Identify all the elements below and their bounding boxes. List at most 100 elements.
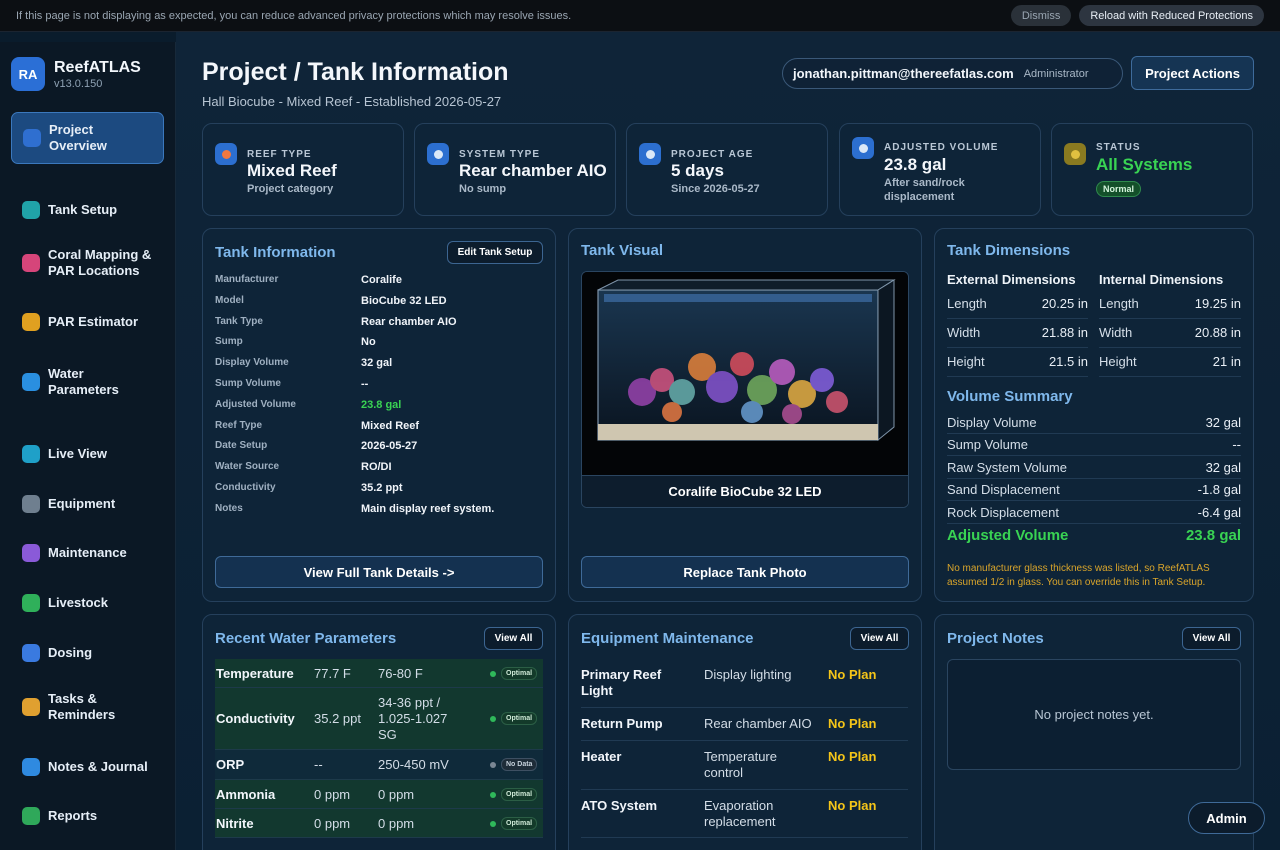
water-parameter-range: 76-80 F	[378, 665, 423, 681]
water-parameter-name: Ammonia	[216, 786, 276, 802]
stat-subtext: Since 2026-05-27	[671, 183, 760, 195]
water-parameter-row[interactable]: Ammonia 0 ppm 0 ppm Optimal	[215, 780, 543, 809]
stat-icon	[427, 143, 449, 165]
project-notes-view-all-button[interactable]: View All	[1182, 627, 1241, 650]
dimension-label: Height	[947, 354, 985, 369]
equipment-name: ATO System	[581, 798, 658, 813]
dimension-label: Width	[947, 325, 981, 340]
dismiss-button[interactable]: Dismiss	[1010, 5, 1072, 26]
stat-label: SYSTEM TYPE	[459, 149, 541, 160]
adjusted-volume-label: Adjusted Volume	[947, 527, 1069, 544]
equipment-row[interactable]: Return Pump Rear chamber AIO No Plan	[581, 708, 908, 741]
water-parameter-value: 77.7 F	[314, 665, 351, 681]
maintenance-plan-status: No Plan	[828, 798, 877, 813]
water-parameter-row[interactable]: ORP -- 250-450 mV No Data	[215, 750, 543, 780]
sidebar-item-livestock[interactable]: Livestock	[11, 588, 164, 618]
sidebar-item-label: Project Overview	[49, 122, 107, 153]
sidebar-item-label: Maintenance	[48, 545, 127, 560]
overview-icon	[23, 129, 41, 147]
app-name: ReefATLAS	[54, 58, 141, 76]
water-parameter-value: 0 ppm	[314, 815, 351, 831]
sidebar-item-reports[interactable]: Reports	[11, 801, 164, 831]
volume-value: 32 gal	[1205, 415, 1241, 430]
sidebar-item-maintenance[interactable]: Maintenance	[11, 538, 164, 568]
status-icon	[1064, 143, 1086, 165]
tank-dimensions-title: Tank Dimensions	[947, 242, 1071, 259]
wrench-icon	[22, 544, 40, 562]
volume-value: -6.4 gal	[1197, 504, 1241, 520]
sidebar-item-notes-journal[interactable]: Notes & Journal	[11, 752, 164, 782]
edit-tank-setup-button[interactable]: Edit Tank Setup	[447, 241, 543, 264]
reload-reduced-protections-button[interactable]: Reload with Reduced Protections	[1079, 5, 1264, 26]
sidebar-item-par-estimator[interactable]: PAR Estimator	[11, 307, 164, 337]
volume-row: Sand Displacement -1.8 gal	[947, 479, 1241, 502]
tank-info-label: Tank Type	[215, 315, 263, 327]
tasks-icon	[22, 698, 40, 716]
sidebar-item-equipment[interactable]: Equipment	[11, 489, 164, 519]
dimension-row: Height 21.5 in	[947, 348, 1088, 377]
water-parameter-value: --	[314, 757, 323, 772]
stat-icon	[215, 143, 237, 165]
sidebar-item-water-parameters[interactable]: Water Parameters	[11, 362, 164, 402]
admin-button[interactable]: Admin	[1188, 802, 1265, 834]
volume-row: Display Volume 32 gal	[947, 412, 1241, 434]
dimension-row: Height 21 in	[1099, 348, 1241, 377]
replace-tank-photo-button[interactable]: Replace Tank Photo	[581, 556, 909, 588]
equipment-row[interactable]: Primary Reef Light Display lighting No Pla…	[581, 659, 908, 708]
adjusted-volume-value: 23.8 gal	[1185, 527, 1241, 544]
fish-icon	[22, 594, 40, 612]
tank-info-value: 2026-05-27	[361, 440, 418, 453]
page-title: Project / Tank Information	[202, 58, 509, 86]
tank-info-value: 23.8 gal	[361, 398, 402, 411]
equipment-name: Return Pump	[581, 716, 663, 731]
volume-label: Raw System Volume	[947, 459, 1067, 475]
sidebar-item-label: Reports	[48, 808, 98, 823]
status-badge: Normal	[1096, 181, 1142, 197]
sidebar-item-label: PAR Estimator	[48, 314, 139, 329]
status-dot	[490, 820, 496, 827]
sidebar-item-tank-setup[interactable]: Tank Setup	[11, 195, 164, 225]
sidebar-item-project-overview[interactable]: Project Overview	[11, 112, 164, 164]
project-actions-button[interactable]: Project Actions	[1131, 56, 1254, 90]
water-parameter-row[interactable]: Nitrite 0 ppm 0 ppm Optimal	[215, 809, 543, 838]
volume-label: Rock Displacement	[947, 504, 1059, 520]
tank-info-value: 32 gal	[361, 357, 393, 370]
sidebar-item-dosing[interactable]: Dosing	[11, 638, 164, 668]
water-parameter-row[interactable]: Conductivity 35.2 ppt 34-36 ppt / 1.025-1.…	[215, 688, 543, 750]
tank-info-label: Adjusted Volume	[215, 398, 296, 410]
stat-label: ADJUSTED VOLUME	[884, 142, 999, 153]
dimension-value: 20.88 in	[1194, 325, 1241, 340]
sidebar-item-coral-mapping-par-locations[interactable]: Coral Mapping & PAR Locations	[11, 243, 164, 283]
sidebar-item-tasks-reminders[interactable]: Tasks & Reminders	[11, 687, 164, 727]
app-logo[interactable]: RA ReefATLAS v13.0.150	[11, 57, 141, 91]
tank-info-label: Conductivity	[215, 482, 276, 493]
equipment-row[interactable]: ATO System Evaporation replacement No Plan	[581, 790, 908, 838]
project-notes-title: Project Notes	[947, 630, 1044, 647]
video-icon	[22, 445, 40, 463]
glass-thickness-note: No manufacturer glass thickness was list…	[947, 563, 1210, 588]
equipment-name: Heater	[581, 749, 622, 764]
water-status-badge: Optimal	[501, 787, 538, 801]
water-parameter-row[interactable]: Temperature 77.7 F 76-80 F Optimal	[215, 659, 543, 688]
dimension-row: Width 21.88 in	[947, 319, 1088, 348]
equipment-row[interactable]: Heater Temperature control No Plan	[581, 741, 908, 790]
sidebar-item-live-view[interactable]: Live View	[11, 439, 164, 469]
tank-illustration	[582, 272, 908, 477]
equipment-view-all-button[interactable]: View All	[850, 627, 909, 650]
stat-value: All Systems	[1096, 155, 1193, 174]
sidebar-item-label: Tank Setup	[48, 202, 118, 217]
page-subtitle: Hall Biocube - Mixed Reef - Established …	[202, 94, 502, 109]
tank-info-label: Display Volume	[215, 357, 289, 369]
water-parameters-view-all-button[interactable]: View All	[484, 627, 543, 650]
dosing-icon	[22, 644, 40, 662]
stat-label: PROJECT AGE	[671, 149, 754, 160]
tank-info-value: BioCube 32 LED	[361, 294, 447, 307]
sidebar-item-label: Tasks & Reminders	[48, 691, 116, 722]
view-full-tank-details-button[interactable]: View Full Tank Details ->	[215, 556, 543, 588]
dimension-value: 21.5 in	[1048, 354, 1088, 369]
equipment-name: Primary Reef Light	[581, 667, 662, 698]
stat-subtext: No sump	[459, 183, 507, 195]
user-account-pill[interactable]: jonathan.pittman@thereefatlas.com Admini…	[782, 58, 1123, 89]
user-role: Administrator	[1023, 67, 1089, 80]
equipment-description: Temperature control	[704, 749, 777, 780]
